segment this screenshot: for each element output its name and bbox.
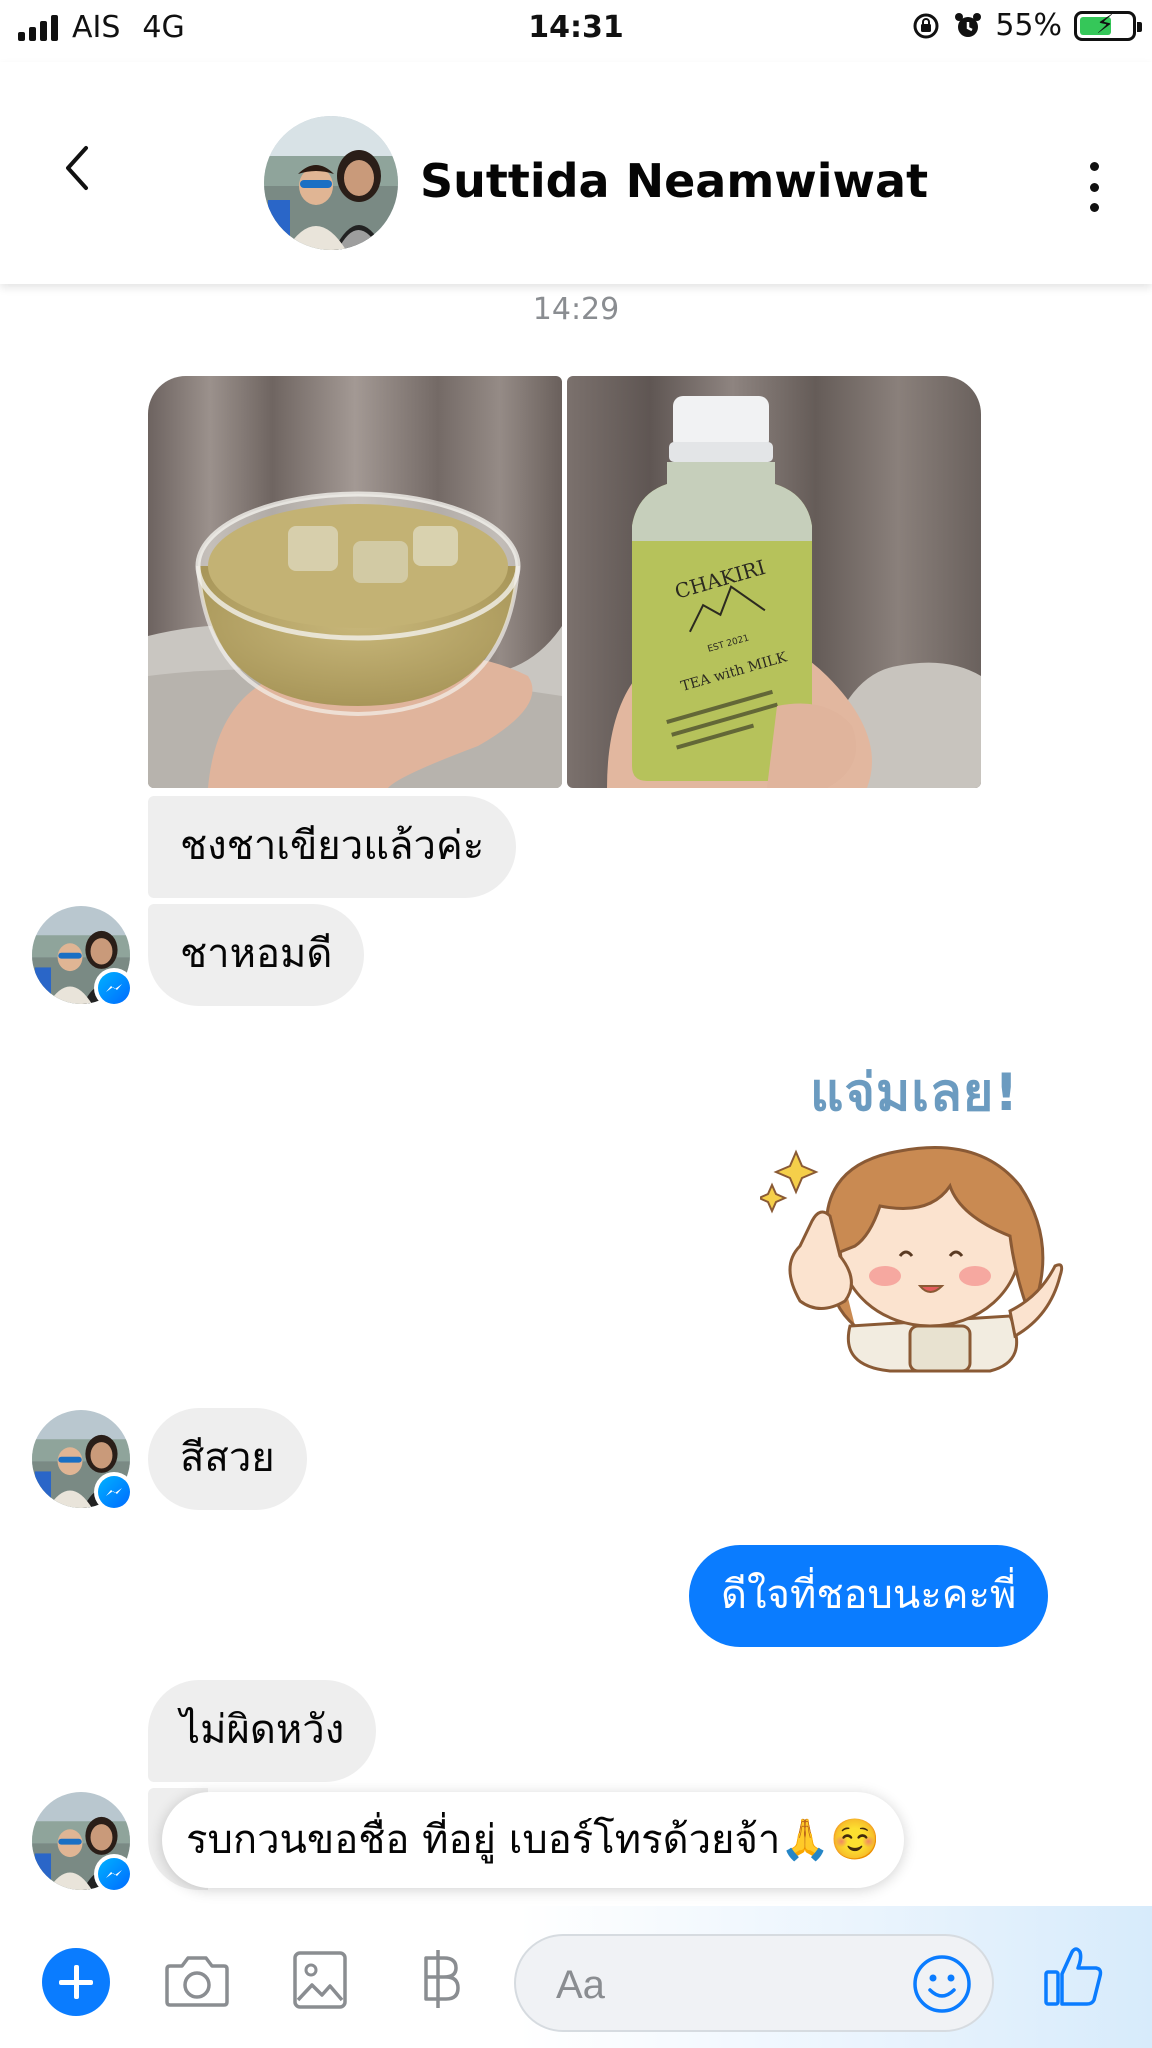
thumbs-up-icon[interactable]	[1042, 1944, 1104, 2012]
baht-icon[interactable]	[420, 1946, 464, 2016]
message-incoming-highlighted[interactable]: รบกวนขอชื่อ ที่อยู่ เบอร์โทรด้วยจ้า🙏☺️	[162, 1792, 904, 1888]
contact-avatar-small[interactable]	[32, 906, 134, 1008]
messenger-badge-icon	[94, 1472, 134, 1512]
battery-percent: 55%	[995, 8, 1062, 43]
photo-glass-milk-tea[interactable]	[148, 376, 562, 788]
messenger-badge-icon	[94, 968, 134, 1008]
alarm-icon	[955, 12, 982, 37]
messenger-chat-screen: AIS 4G 14:31 55% ⚡ Suttida Neamwiwat 14:…	[0, 0, 1152, 2048]
message-incoming[interactable]: ไม่ผิดหวัง	[148, 1680, 377, 1782]
back-button[interactable]	[56, 140, 100, 196]
plus-icon[interactable]	[42, 1948, 110, 2016]
chat-timestamp: 14:29	[532, 292, 620, 327]
gallery-icon[interactable]	[292, 1950, 348, 2014]
status-right: 55% ⚡	[911, 8, 1142, 43]
message-incoming[interactable]: ชงชาเขียวแล้วค่ะ	[148, 796, 517, 898]
more-button[interactable]	[1080, 162, 1108, 212]
contact-avatar[interactable]	[264, 116, 398, 250]
more-icon	[1089, 162, 1099, 171]
emoji-icon[interactable]	[910, 1952, 974, 2016]
back-arrow-icon	[66, 146, 88, 190]
message-outgoing[interactable]: ดีใจที่ชอบนะคะพี่	[689, 1545, 1049, 1647]
camera-icon[interactable]	[164, 1950, 230, 2014]
rotation-lock-icon	[913, 13, 939, 38]
chat-header: Suttida Neamwiwat	[0, 62, 1152, 284]
contact-avatar-small[interactable]	[32, 1410, 134, 1512]
status-bar: AIS 4G 14:31 55% ⚡	[0, 0, 1152, 62]
photo-bottle-milk-tea[interactable]: CHAKIRI EST 2021 TEA with MILK	[567, 376, 981, 788]
message-field[interactable]	[514, 1934, 994, 2032]
message-composer	[0, 1906, 1152, 2048]
message-incoming[interactable]: สีสวย	[148, 1408, 307, 1510]
contact-name[interactable]: Suttida Neamwiwat	[420, 154, 928, 208]
sticker-thumbs-up[interactable]: แจ่มเลย!	[760, 1036, 1090, 1376]
message-incoming[interactable]: ชาหอมดี	[148, 904, 365, 1006]
battery-icon: ⚡	[1074, 10, 1142, 41]
messenger-badge-icon	[94, 1854, 134, 1894]
message-input[interactable]	[556, 1960, 896, 2010]
contact-avatar-small[interactable]	[32, 1792, 134, 1894]
